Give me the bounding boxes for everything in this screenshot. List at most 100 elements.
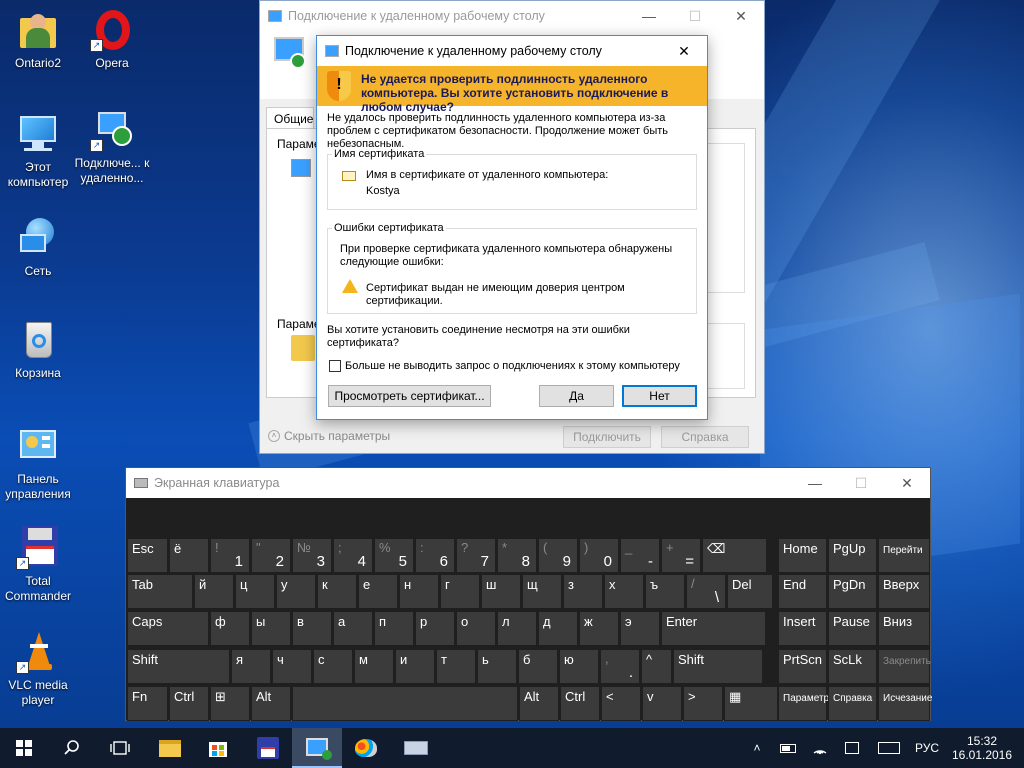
key-4[interactable]: ; 4 [333,538,373,573]
key-д[interactable]: д [538,611,578,646]
key-ш[interactable]: ш [481,574,521,609]
key-Перейти[interactable]: Перейти [878,538,930,573]
key-7[interactable]: ? 7 [456,538,496,573]
key->[interactable]: > [683,686,723,721]
wifi-status[interactable] [806,728,834,768]
desktop-icon-remote-desktop[interactable]: ↗ Подключе... к удаленно... [74,108,150,186]
key-6[interactable]: :6 [415,538,455,573]
desktop-icon-network[interactable]: Сеть [0,216,76,279]
key-3[interactable]: № 3 [292,538,332,573]
key-л[interactable]: л [497,611,537,646]
key-0[interactable]: ) 0 [579,538,619,573]
key-^[interactable]: ^ [641,649,672,684]
key-щ[interactable]: щ [522,574,562,609]
key-Tab[interactable]: Tab [127,574,193,609]
view-certificate-button[interactable]: Просмотреть сертификат... [328,385,491,407]
search-button[interactable] [48,728,96,768]
key-Alt[interactable]: Alt [251,686,291,721]
key--[interactable]: _ - [620,538,660,573]
key-space[interactable] [292,686,518,721]
key-PgDn[interactable]: PgDn [828,574,877,609]
key-Home[interactable]: Home [778,538,827,573]
touch-keyboard-button[interactable] [870,728,908,768]
key-в[interactable]: в [292,611,332,646]
desktop-icon-ontario2[interactable]: Ontario2 [0,8,76,71]
key-о[interactable]: о [456,611,496,646]
key-ы[interactable]: ы [251,611,291,646]
key-Caps[interactable]: Caps [127,611,209,646]
osk-minimize-button[interactable]: — [792,468,838,498]
show-hidden-icons[interactable]: ˄ [744,728,770,768]
key-и[interactable]: и [395,649,435,684]
key-⊞[interactable]: ⊞ [210,686,250,721]
key-ScLk[interactable]: ScLk [828,649,877,684]
key-н[interactable]: н [399,574,439,609]
key-а[interactable]: а [333,611,373,646]
key-е[interactable]: е [358,574,398,609]
key-=[interactable]: + = [661,538,701,573]
key-End[interactable]: End [778,574,827,609]
input-language[interactable]: РУС [910,728,944,768]
key-Вверх[interactable]: Вверх [878,574,930,609]
osk-maximize-button[interactable]: ☐ [838,468,884,498]
key-ж[interactable]: ж [579,611,619,646]
key-Shift[interactable]: Shift [127,649,230,684]
key-ъ[interactable]: ъ [645,574,685,609]
key-,[interactable]: ,. [600,649,640,684]
key-ч[interactable]: ч [272,649,312,684]
key-PrtScn[interactable]: PrtScn [778,649,827,684]
key-2[interactable]: " 2 [251,538,291,573]
key-ю[interactable]: ю [559,649,599,684]
desktop-icon-recycle-bin[interactable]: Корзина [0,318,76,381]
taskbar-store[interactable] [194,728,242,768]
key-Ctrl[interactable]: Ctrl [169,686,209,721]
osk-close-button[interactable]: ✕ [884,468,930,498]
yes-button[interactable]: Да [539,385,614,407]
taskbar-paint[interactable] [342,728,390,768]
key-PgUp[interactable]: PgUp [828,538,877,573]
action-center-button[interactable] [838,728,866,768]
tab-general[interactable]: Общие [266,107,314,129]
key-v[interactable]: v [642,686,682,721]
key-й[interactable]: й [194,574,234,609]
key-у[interactable]: у [276,574,316,609]
key-п[interactable]: п [374,611,414,646]
key-р[interactable]: р [415,611,455,646]
key-Исчезание[interactable]: Исчезание [878,686,932,721]
key-/[interactable]: / \ [686,574,726,609]
dialog-close-button[interactable]: ✕ [661,36,707,66]
key-⌫[interactable]: ⌫ [702,538,767,573]
key-Del[interactable]: Del [727,574,773,609]
key-Insert[interactable]: Insert [778,611,827,646]
key-Вниз[interactable]: Вниз [878,611,930,646]
key-5[interactable]: % 5 [374,538,414,573]
key-б[interactable]: б [518,649,558,684]
key-ь[interactable]: ь [477,649,517,684]
hide-params-link[interactable]: ˄ Скрыть параметры [268,429,390,443]
connect-button[interactable]: Подключить [563,426,651,448]
minimize-button[interactable]: — [626,1,672,31]
key-1[interactable]: ! 1 [210,538,250,573]
no-button[interactable]: Нет [622,385,697,407]
desktop-icon-control-panel[interactable]: Панель управления [0,424,76,502]
key-с[interactable]: с [313,649,353,684]
key-<[interactable]: < [601,686,641,721]
key-ф[interactable]: ф [210,611,250,646]
key-Alt[interactable]: Alt [519,686,559,721]
key-к[interactable]: к [317,574,357,609]
key-ц[interactable]: ц [235,574,275,609]
key-т[interactable]: т [436,649,476,684]
dont-ask-label[interactable]: Больше не выводить запрос о подключениях… [345,360,680,372]
desktop-icon-this-pc[interactable]: Этот компьютер [0,112,76,190]
key-з[interactable]: з [563,574,603,609]
key-Shift[interactable]: Shift [673,649,763,684]
key-Enter[interactable]: Enter [661,611,766,646]
battery-status[interactable] [774,728,802,768]
desktop-icon-opera[interactable]: ↗ Opera [74,8,150,71]
key-г[interactable]: г [440,574,480,609]
taskbar-explorer[interactable] [146,728,194,768]
dont-ask-checkbox[interactable] [329,360,341,372]
key-9[interactable]: (9 [538,538,578,573]
key-Esc[interactable]: Esc [127,538,168,573]
maximize-button[interactable]: ☐ [672,1,718,31]
